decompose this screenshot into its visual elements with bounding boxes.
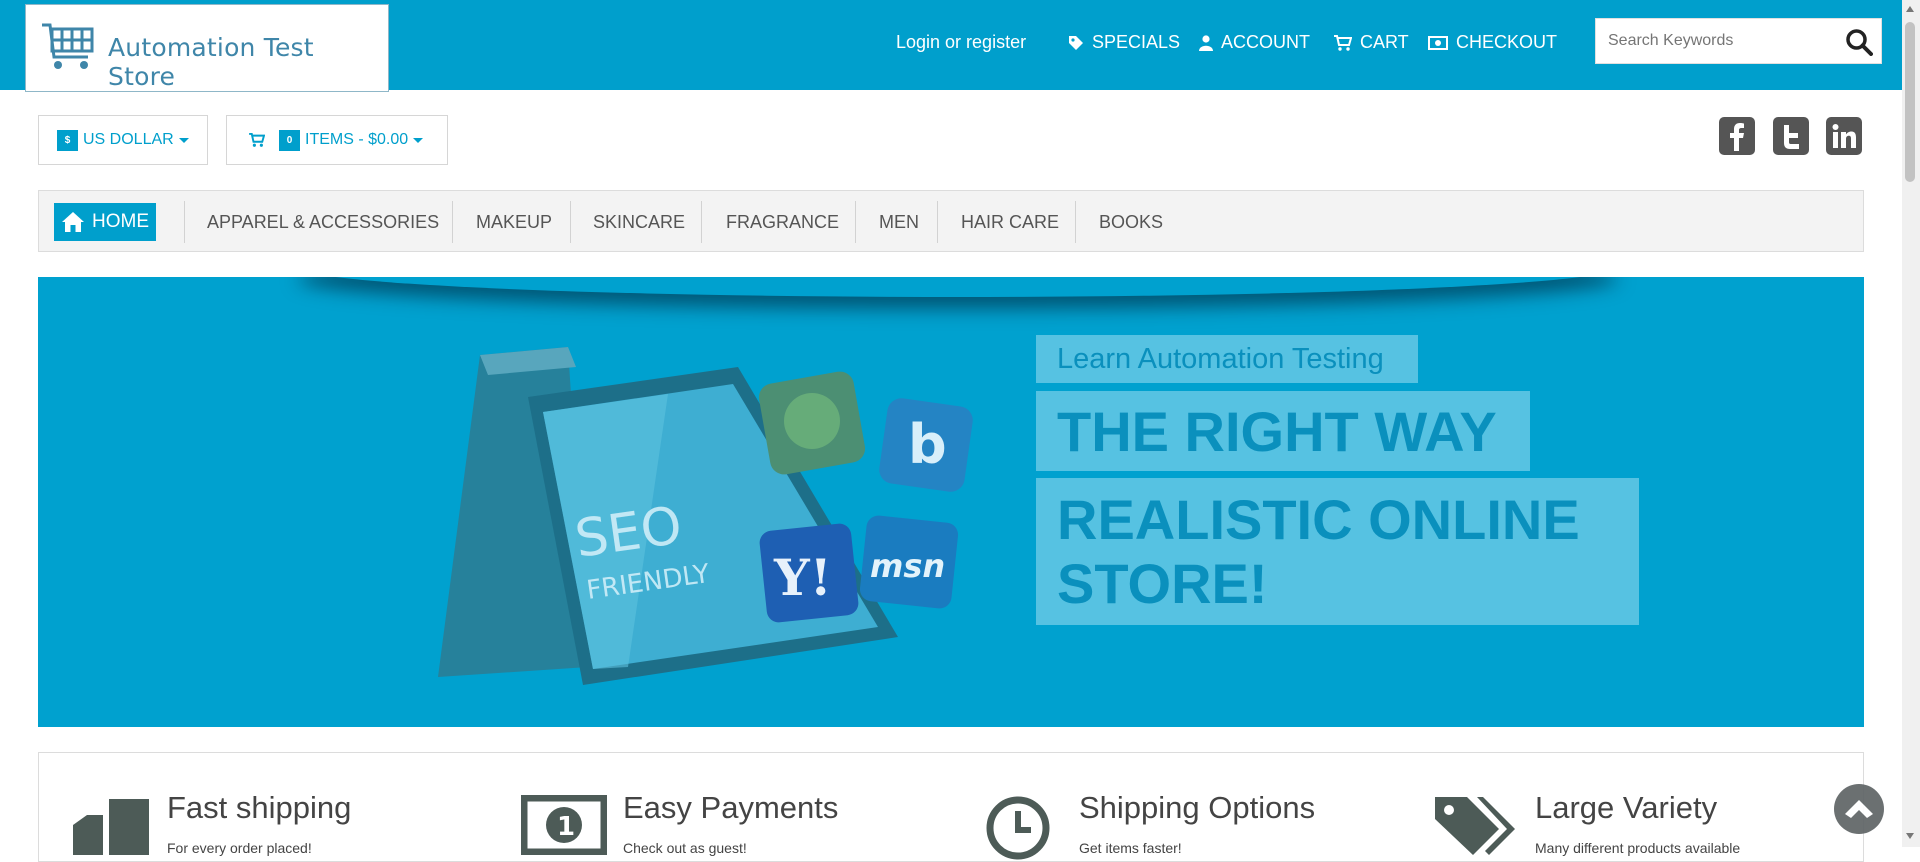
nav-divider [855,201,856,243]
nav-divider [570,201,571,243]
nav-item-makeup[interactable]: MAKEUP [476,212,552,233]
top-header: Automation Test Store Login or register … [0,0,1902,92]
logo-text: Automation Test Store [108,33,314,91]
feature-title-shipping-options: Shipping Options [1079,790,1316,825]
nav-divider [937,201,938,243]
money-icon [1428,35,1448,50]
scroll-down-arrow-icon[interactable] [1905,831,1915,841]
cart-icon [1334,34,1352,51]
linkedin-icon[interactable] [1826,117,1862,155]
cart-icon [249,133,265,147]
account-label: ACCOUNT [1221,32,1310,52]
minicart-count: 0 [279,129,300,151]
feature-subtitle-shipping-options: Get items faster! [1079,840,1182,856]
nav-item-hair-care[interactable]: HAIR CARE [961,212,1059,233]
feature-subtitle-easy-payments: Check out as guest! [623,840,747,856]
tag-icon [1069,35,1083,50]
features-strip: Fast shipping For every order placed! 1 … [38,752,1864,862]
nav-home-label: HOME [92,211,149,232]
cart-label: CART [1360,32,1409,52]
nav-divider [184,201,185,243]
back-to-top-button[interactable] [1834,784,1884,834]
money-icon: 1 [521,795,607,855]
login-register-link[interactable]: Login or register [896,32,1026,53]
nav-item-men[interactable]: MEN [879,212,919,233]
truck-icon [73,799,149,855]
banner-caption-2: THE RIGHT WAY [1036,391,1530,471]
feature-title-easy-payments: Easy Payments [623,790,839,825]
yahoo-text: Y! [773,548,832,607]
feature-title-fast-shipping: Fast shipping [167,790,352,825]
nav-item-skincare[interactable]: SKINCARE [593,212,685,233]
nav-item-fragrance[interactable]: FRAGRANCE [726,212,839,233]
feature-title-large-variety: Large Variety [1535,790,1718,825]
store-logo[interactable]: Automation Test Store [25,4,389,92]
specials-label: SPECIALS [1092,32,1181,52]
laptop-illustration: SEO FRIENDLY b Y! msn [438,347,973,685]
feature-subtitle-fast-shipping: For every order placed! [167,840,312,856]
svg-text:b: b [908,413,947,476]
currency-dropdown[interactable]: $ US DOLLAR [38,115,208,165]
clock-icon [986,796,1050,860]
minicart-label: ITEMS - $0.00 [305,131,409,148]
currency-label: US DOLLAR [83,131,174,148]
nav-divider [1075,201,1076,243]
checkout-link[interactable]: CHECKOUT [1428,32,1557,53]
nav-divider [701,201,702,243]
chevron-down-icon [178,137,189,143]
tags-icon [1435,797,1515,855]
hero-banner[interactable]: SEO FRIENDLY b Y! msn Learn Automation T… [38,277,1864,727]
checkout-label: CHECKOUT [1456,32,1558,52]
chevron-up-icon [1845,800,1873,818]
search-input[interactable] [1596,19,1836,63]
search-box [1595,18,1882,64]
nav-item-apparel[interactable]: APPAREL & ACCESSORIES [207,212,439,233]
currency-symbol: $ [57,129,78,151]
category-nav: HOME APPAREL & ACCESSORIES MAKEUP SKINCA… [38,190,1864,252]
home-icon [62,212,84,232]
banner-shadow [298,277,1618,297]
user-icon [1199,34,1213,51]
scrollbar-thumb[interactable] [1905,22,1915,182]
minicart-dropdown[interactable]: 0 ITEMS - $0.00 [226,115,448,165]
nav-home[interactable]: HOME [54,203,156,241]
banner-caption-3: REALISTIC ONLINE STORE! [1036,478,1639,625]
search-icon[interactable] [1845,28,1873,56]
scroll-up-arrow-icon[interactable] [1905,4,1915,14]
twitter-icon[interactable] [1773,117,1809,155]
cart-link[interactable]: CART [1334,32,1409,53]
nav-item-books[interactable]: BOOKS [1099,212,1163,233]
svg-text:1: 1 [557,812,575,842]
logo-cart-icon [42,23,94,69]
msn-text: msn [870,547,945,585]
chevron-down-icon [413,137,424,143]
login-register-label: Login or register [896,32,1027,52]
feature-subtitle-large-variety: Many different products available [1535,840,1741,856]
facebook-icon[interactable] [1719,117,1755,155]
specials-link[interactable]: SPECIALS [1068,32,1180,53]
nav-divider [452,201,453,243]
account-link[interactable]: ACCOUNT [1199,32,1310,53]
banner-caption-1: Learn Automation Testing [1036,335,1418,383]
